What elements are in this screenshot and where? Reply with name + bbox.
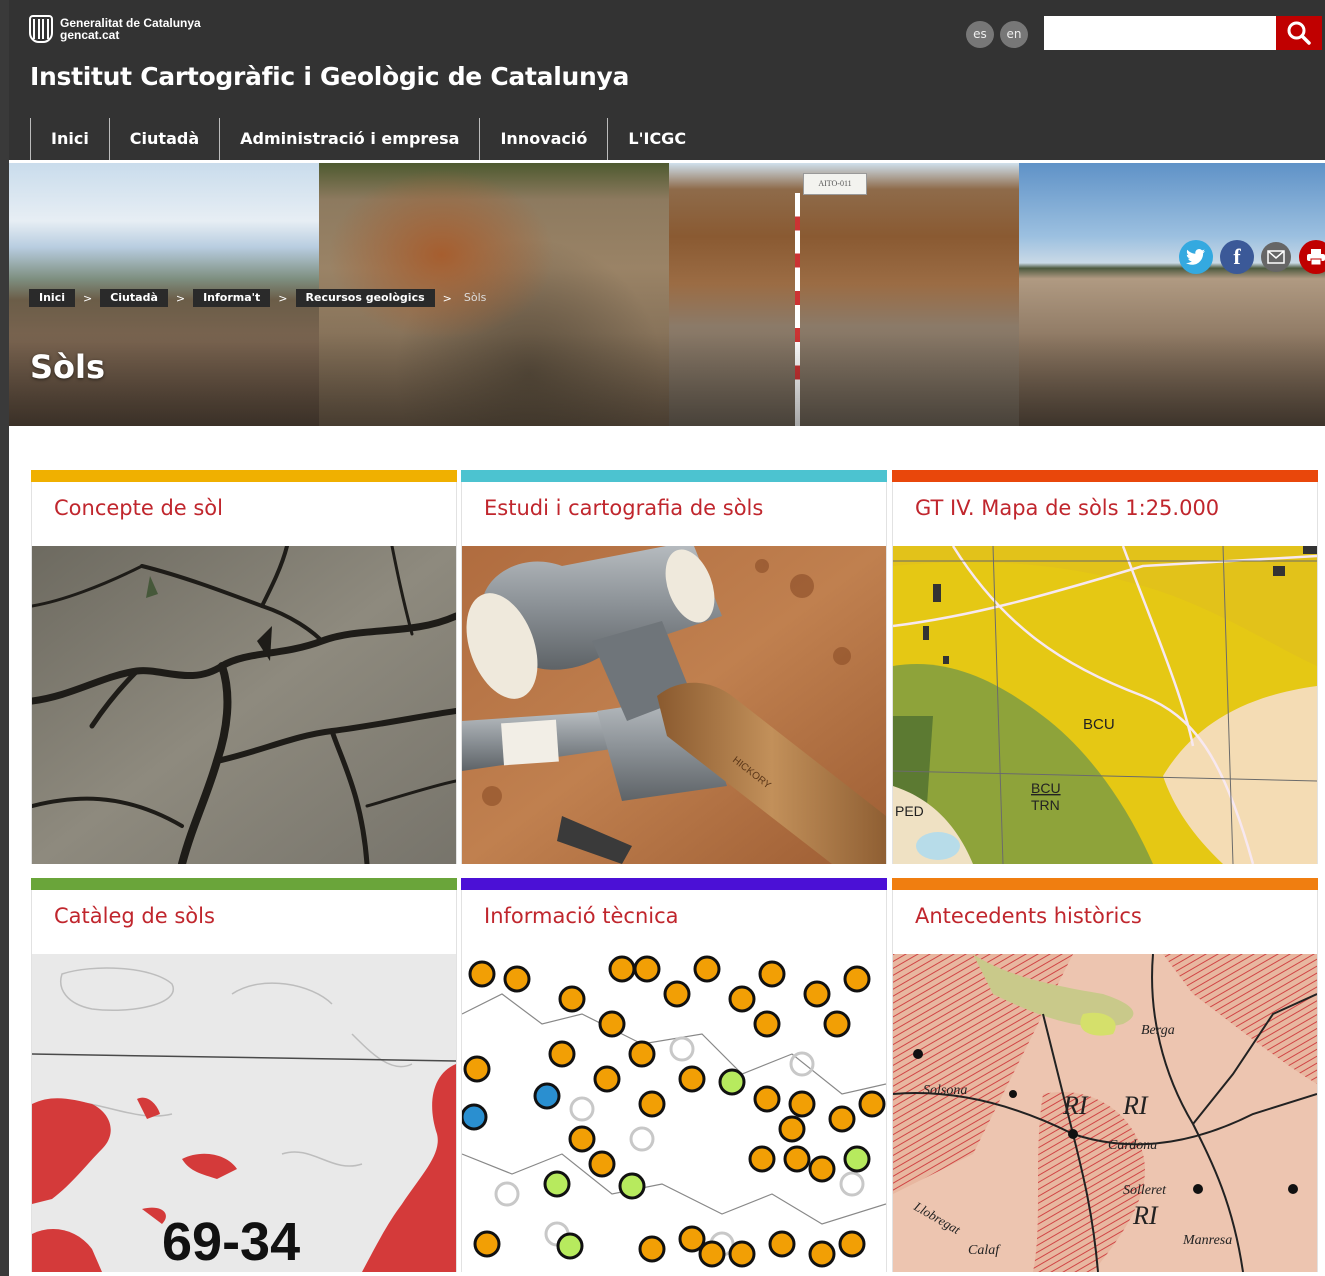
gencat-domain: gencat.cat	[60, 28, 120, 42]
svg-text:RI: RI	[1122, 1091, 1149, 1120]
gencat-logo-icon	[29, 15, 53, 43]
soil-hammer-image[interactable]: HICKORY	[462, 546, 886, 864]
gencat-logo-link[interactable]: Generalitat de Catalunya gencat.cat	[29, 15, 201, 43]
breadcrumb-separator: >	[278, 291, 288, 305]
site-header: Generalitat de Catalunya gencat.cat Inst…	[9, 0, 1325, 160]
profile-sign: AITO-011	[803, 173, 867, 195]
card-title-link[interactable]: Informació tècnica	[484, 904, 679, 928]
breadcrumb-current: Sòls	[463, 291, 487, 304]
svg-text:Solleret: Solleret	[1123, 1183, 1167, 1198]
card-color-bar	[461, 878, 887, 890]
svg-text:PED: PED	[895, 803, 924, 819]
share-facebook-button[interactable]: f	[1220, 240, 1254, 274]
language-en-button[interactable]: en	[1000, 21, 1028, 48]
card-cataleg-de-sols[interactable]: Catàleg de sòls 69-34	[31, 878, 457, 1272]
card-color-bar	[461, 470, 887, 482]
hero-banner: AITO-011 Inici > Ciutadà > Informa't > R…	[9, 163, 1325, 426]
svg-text:BCU: BCU	[1083, 716, 1115, 733]
svg-text:69-34: 69-34	[162, 1212, 300, 1272]
historic-map-image[interactable]: RI RI RI Cardona Solleret Berga Calaf Ll…	[893, 954, 1317, 1272]
svg-text:RI: RI	[1062, 1091, 1089, 1120]
card-color-bar	[31, 878, 457, 890]
card-title-link[interactable]: Antecedents històrics	[915, 904, 1142, 928]
card-estudi-i-cartografia[interactable]: Estudi i cartografia de sòls HICKORY	[461, 470, 887, 864]
card-title-link[interactable]: Catàleg de sòls	[54, 904, 215, 928]
twitter-icon	[1186, 249, 1205, 265]
gencat-text: Generalitat de Catalunya gencat.cat	[60, 17, 201, 41]
card-informacio-tecnica[interactable]: Informació tècnica	[461, 878, 887, 1272]
svg-text:Cardona: Cardona	[1108, 1138, 1157, 1153]
svg-text:Manresa: Manresa	[1182, 1233, 1232, 1248]
breadcrumb-ciutada[interactable]: Ciutadà	[100, 289, 168, 307]
card-concepte-de-sol[interactable]: Concepte de sòl	[31, 470, 457, 864]
nav-item-ciutada[interactable]: Ciutadà	[108, 118, 219, 160]
window-frame	[0, 0, 9, 1276]
card-title-link[interactable]: GT IV. Mapa de sòls 1:25.000	[915, 496, 1219, 520]
card-antecedents-historics[interactable]: Antecedents històrics RI RI RI Cardona S…	[892, 878, 1318, 1272]
svg-text:Calaf: Calaf	[968, 1243, 1001, 1258]
print-button[interactable]	[1299, 240, 1325, 274]
svg-text:TRN: TRN	[1031, 797, 1060, 813]
share-email-button[interactable]	[1261, 242, 1291, 272]
soil-map-image[interactable]: BCU BCU TRN PED	[893, 546, 1317, 864]
nav-item-administracio[interactable]: Administració i empresa	[219, 118, 479, 160]
site-title[interactable]: Institut Cartogràfic i Geològic de Catal…	[30, 62, 629, 91]
page-title: Sòls	[30, 348, 106, 386]
svg-text:RI: RI	[1132, 1201, 1159, 1230]
nav-item-innovacio[interactable]: Innovació	[479, 118, 607, 160]
card-color-bar	[31, 470, 457, 482]
breadcrumb-separator: >	[442, 291, 452, 305]
breadcrumb-separator: >	[83, 291, 93, 305]
nav-item-licgc[interactable]: L'ICGC	[607, 118, 706, 160]
soil-catalog-map-image[interactable]: 69-34	[32, 954, 456, 1272]
svg-text:Solsona: Solsona	[923, 1083, 967, 1098]
share-twitter-button[interactable]	[1179, 240, 1213, 274]
breadcrumb: Inici > Ciutadà > Informa't > Recursos g…	[29, 289, 490, 307]
search-icon	[1287, 21, 1311, 45]
breadcrumb-recursos-geologics[interactable]: Recursos geològics	[295, 289, 435, 307]
print-icon	[1307, 249, 1325, 266]
nav-item-inici[interactable]: Inici	[30, 118, 109, 160]
card-color-bar	[892, 470, 1318, 482]
breadcrumb-separator: >	[175, 291, 186, 305]
facebook-icon: f	[1233, 244, 1241, 269]
email-icon	[1267, 250, 1285, 264]
breadcrumb-informat[interactable]: Informa't	[193, 289, 271, 307]
card-mapa-de-sols[interactable]: GT IV. Mapa de sòls 1:25.000 BCU BCU TRN…	[892, 470, 1318, 864]
card-title-link[interactable]: Concepte de sòl	[54, 496, 223, 520]
search-button[interactable]	[1276, 16, 1322, 50]
cracked-soil-image[interactable]	[32, 546, 456, 864]
main-nav: Inici Ciutadà Administració i empresa In…	[30, 118, 706, 160]
svg-text:BCU: BCU	[1031, 780, 1061, 796]
sample-points-map-image[interactable]	[462, 954, 886, 1272]
language-es-button[interactable]: es	[966, 21, 994, 48]
svg-text:Berga: Berga	[1141, 1023, 1175, 1038]
card-color-bar	[892, 878, 1318, 890]
search-input[interactable]	[1044, 16, 1276, 50]
breadcrumb-inici[interactable]: Inici	[29, 289, 75, 307]
hero-shade	[9, 333, 1325, 426]
page: Generalitat de Catalunya gencat.cat Inst…	[0, 0, 1325, 1276]
card-title-link[interactable]: Estudi i cartografia de sòls	[484, 496, 763, 520]
